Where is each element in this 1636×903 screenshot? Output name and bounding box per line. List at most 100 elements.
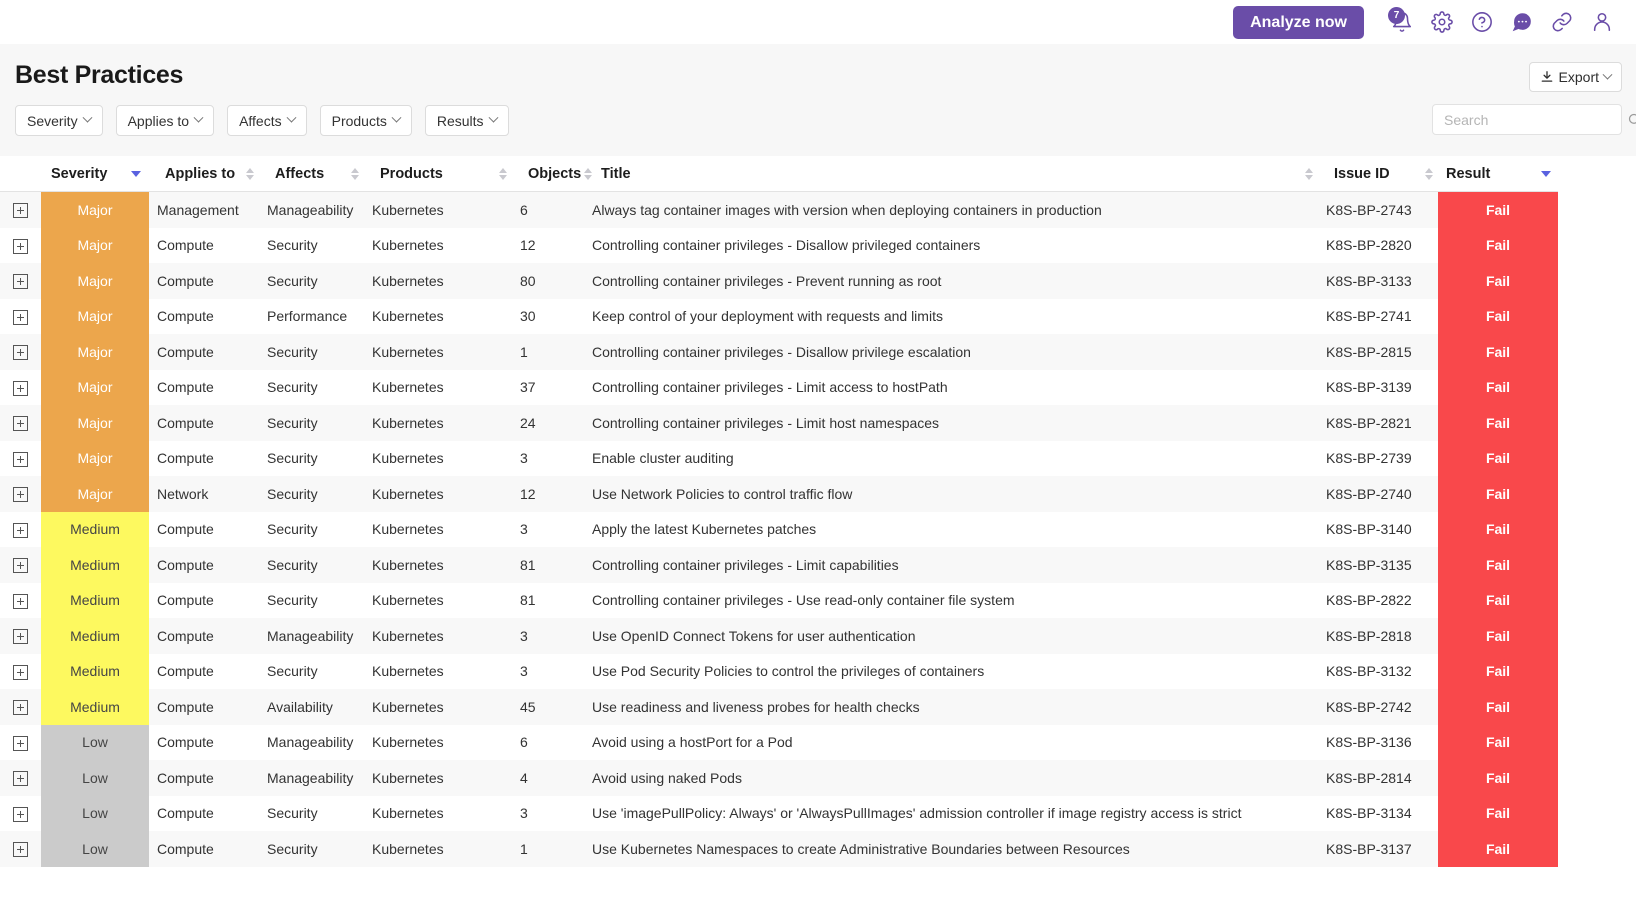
column-header-result[interactable]: Result [1438,156,1558,192]
row-expand-cell[interactable] [0,724,41,760]
account-button[interactable] [1582,2,1622,42]
export-button[interactable]: Export [1528,62,1622,92]
result-badge: Fail [1438,334,1558,370]
table-row[interactable]: Low Compute Manageability Kubernetes 4 Avoid … [0,760,1558,796]
notifications-button[interactable]: 7 [1382,2,1422,42]
expand-row-icon[interactable] [13,806,28,822]
table-row[interactable]: Major Compute Security Kubernetes 24 Controll… [0,405,1558,441]
table-row[interactable]: Medium Compute Manageability Kubernetes 3 Use… [0,618,1558,654]
search-box[interactable] [1432,104,1636,135]
column-header-objects[interactable]: Objects [512,156,593,192]
table-row[interactable]: Major Compute Security Kubernetes 37 Controll… [0,369,1558,405]
expand-row-icon[interactable] [13,380,28,396]
row-expand-cell[interactable] [0,369,41,405]
table-row[interactable]: Major Compute Security Kubernetes 3 Enable cl… [0,440,1558,476]
links-button[interactable] [1542,2,1582,42]
cell-affects: Security [259,653,364,689]
column-header-products[interactable]: Products [364,156,512,192]
table-row[interactable]: Medium Compute Security Kubernetes 3 Apply th… [0,511,1558,547]
table-row[interactable]: Low Compute Manageability Kubernetes 6 Avoid … [0,724,1558,760]
table-row[interactable]: Major Compute Security Kubernetes 12 Controll… [0,227,1558,263]
sort-indicator-severity[interactable] [129,170,143,177]
expand-row-icon[interactable] [13,309,28,325]
help-button[interactable] [1462,2,1502,42]
sort-indicator-result[interactable] [1540,170,1558,177]
table-row[interactable]: Major Compute Performance Kubernetes 30 Keep … [0,298,1558,334]
chat-button[interactable] [1502,2,1542,42]
filter-severity[interactable]: Severity [15,105,103,136]
table-row[interactable]: Major Compute Security Kubernetes 80 Controll… [0,263,1558,299]
filter-applies-to[interactable]: Applies to [115,105,215,136]
cell-severity: Low [41,724,149,760]
row-expand-cell[interactable] [0,263,41,299]
expand-row-icon[interactable] [13,558,28,574]
table-row[interactable]: Medium Compute Security Kubernetes 81 Control… [0,582,1558,618]
expand-row-icon[interactable] [13,345,28,361]
analyze-now-button[interactable]: Analyze now [1233,5,1364,39]
row-expand-cell[interactable] [0,476,41,512]
filter-products[interactable]: Products [319,105,412,136]
expand-row-icon[interactable] [13,842,28,858]
result-badge: Fail [1438,618,1558,654]
expand-row-icon[interactable] [13,664,28,680]
cell-title: Use Kubernetes Namespaces to create Admi… [583,831,1318,867]
expand-row-icon[interactable] [13,203,28,219]
row-expand-cell[interactable] [0,334,41,370]
cell-issue-id: K8S-BP-3137 [1318,831,1438,867]
table-row[interactable]: Medium Compute Availability Kubernetes 45 Use… [0,689,1558,725]
settings-button[interactable] [1422,2,1462,42]
column-header-applies-to[interactable]: Applies to [149,156,259,192]
column-header-affects[interactable]: Affects [259,156,364,192]
cell-result: Fail [1438,653,1558,689]
row-expand-cell[interactable] [0,298,41,334]
expand-row-icon[interactable] [13,416,28,432]
row-expand-cell[interactable] [0,618,41,654]
column-header-severity[interactable]: Severity [41,156,149,192]
expand-row-icon[interactable] [13,522,28,538]
expand-row-icon[interactable] [13,629,28,645]
sort-indicator-title[interactable] [1302,167,1316,180]
row-expand-cell[interactable] [0,653,41,689]
table-row[interactable]: Major Network Security Kubernetes 12 Use Netw… [0,476,1558,512]
cell-severity: Major [41,405,149,441]
expand-row-icon[interactable] [13,451,28,467]
cell-products: Kubernetes [364,405,512,441]
table-row[interactable]: Major Management Manageability Kubernetes 6 A… [0,191,1558,228]
row-expand-cell[interactable] [0,227,41,263]
row-expand-cell[interactable] [0,191,41,228]
expand-row-icon[interactable] [13,735,28,751]
sort-indicator-applies-to[interactable] [243,167,257,180]
cell-affects: Security [259,511,364,547]
filter-results[interactable]: Results [424,105,509,136]
expand-row-icon[interactable] [13,593,28,609]
row-expand-cell[interactable] [0,547,41,583]
search-input[interactable] [1442,110,1627,129]
table-row[interactable]: Low Compute Security Kubernetes 1 Use Kuberne… [0,831,1558,867]
cell-objects: 81 [512,547,583,583]
expand-row-icon[interactable] [13,274,28,290]
row-expand-cell[interactable] [0,405,41,441]
table-row[interactable]: Medium Compute Security Kubernetes 81 Control… [0,547,1558,583]
row-expand-cell[interactable] [0,582,41,618]
row-expand-cell[interactable] [0,689,41,725]
column-header-title[interactable]: Title [583,156,1318,192]
row-expand-cell[interactable] [0,760,41,796]
sort-indicator-affects[interactable] [348,167,362,180]
expand-row-icon[interactable] [13,700,28,716]
filter-affects[interactable]: Affects [227,105,307,136]
table-row[interactable]: Medium Compute Security Kubernetes 3 Use Pod … [0,653,1558,689]
row-expand-cell[interactable] [0,511,41,547]
table-row[interactable]: Low Compute Security Kubernetes 3 Use 'imageP… [0,795,1558,831]
row-expand-cell[interactable] [0,831,41,867]
sort-indicator-products[interactable] [496,167,510,180]
table-row[interactable]: Major Compute Security Kubernetes 1 Controlli… [0,334,1558,370]
severity-badge: Major [41,440,149,476]
row-expand-cell[interactable] [0,795,41,831]
column-header-issue-id[interactable]: Issue ID [1318,156,1438,192]
cell-title: Avoid using a hostPort for a Pod [583,724,1318,760]
row-expand-cell[interactable] [0,440,41,476]
expand-row-icon[interactable] [13,487,28,503]
sort-indicator-issue-id[interactable] [1422,167,1436,180]
expand-row-icon[interactable] [13,238,28,254]
expand-row-icon[interactable] [13,771,28,787]
